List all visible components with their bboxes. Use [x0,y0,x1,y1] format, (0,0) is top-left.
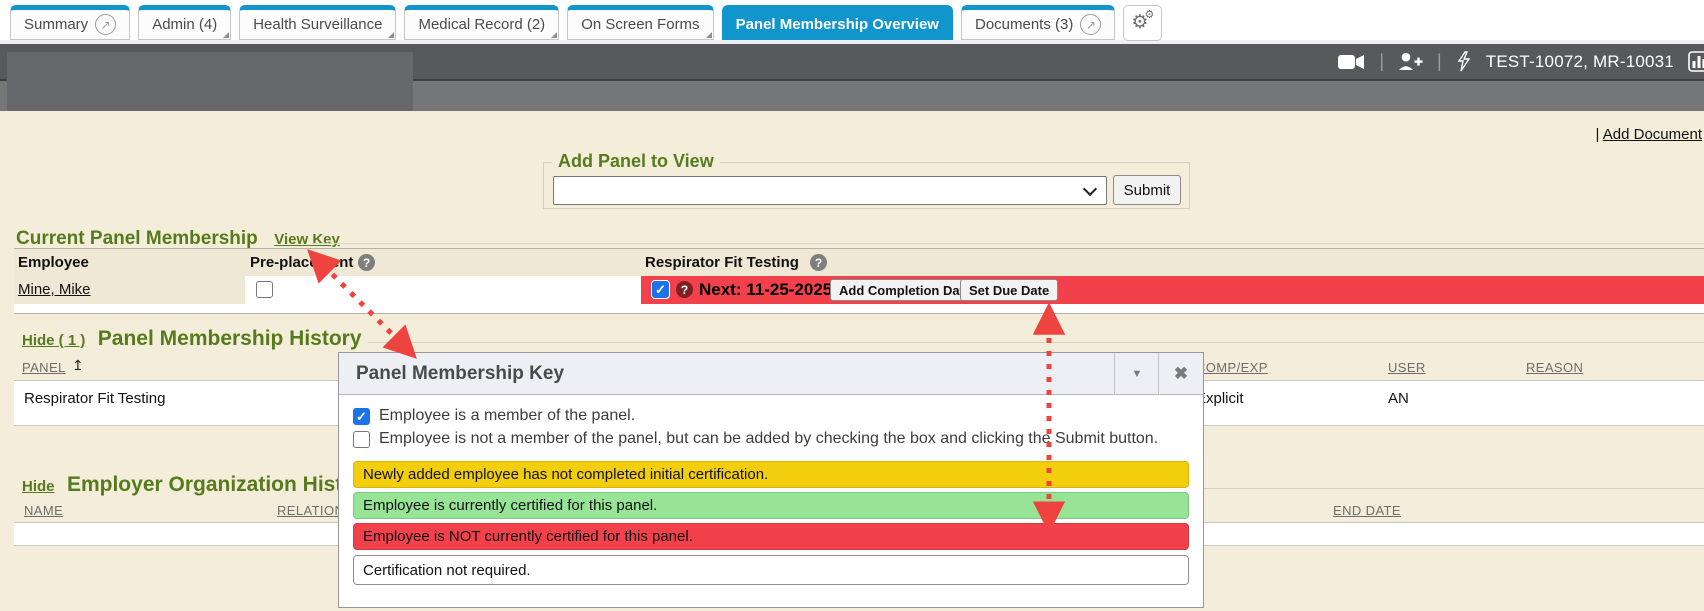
tab-documents[interactable]: Documents (3) ↗ [961,5,1115,40]
column-reason[interactable]: REASON [1526,360,1583,375]
app-window: Summary ↗ Admin (4) Health Surveillance … [0,0,1704,611]
tab-label: Documents (3) [975,16,1073,33]
history-heading: Panel Membership History [98,327,362,350]
next-due-label: Next: 11-25-2025 [699,280,832,300]
current-panel-heading-row: Current Panel Membership View Key [16,228,340,250]
membership-table-header: Employee Pre-placement ? Respirator Fit … [14,248,1704,278]
external-link-icon[interactable]: ↗ [95,14,116,35]
panel-select[interactable] [553,176,1107,205]
respirator-cell: ✓ ? Next: 11-25-2025 Add Completion Date… [641,276,1704,304]
tab-label: Panel Membership Overview [736,16,939,33]
member-label: Employee is a member of the panel. [379,407,635,425]
employer-heading-row: Hide Employer Organization History [22,473,375,497]
record-id: TEST-10072, MR-10031 [1486,52,1674,72]
header-divider: | [1437,51,1442,72]
tab-label: Summary [24,16,88,33]
membership-table-footer [14,304,1704,314]
chevron-down-icon [1083,182,1097,196]
dialog-titlebar: Panel Membership Key ▼ ✖ [339,353,1203,395]
tab-label: On Screen Forms [581,16,699,33]
history-panel-cell: Respirator Fit Testing [24,390,165,407]
tab-label: Medical Record (2) [418,16,545,33]
key-row-white: Certification not required. [353,555,1189,585]
employee-cell: Mine, Mike [14,276,246,304]
tab-on-screen-forms[interactable]: On Screen Forms [567,5,713,40]
column-comp-exp[interactable]: COMP/EXP [1196,360,1268,375]
lightning-bolt-icon[interactable] [1456,51,1472,72]
nonmember-checkbox[interactable] [353,431,370,448]
add-document-area: | Add Document [1596,126,1702,143]
tab-label: Admin (4) [152,16,217,33]
column-end-date[interactable]: END DATE [1333,503,1401,518]
tab-menu-fold-icon [388,32,394,38]
pre-placement-checkbox[interactable] [256,281,273,298]
close-icon: ✖ [1174,364,1188,384]
tab-label: Health Surveillance [253,16,382,33]
key-row-yellow: Newly added employee has not completed i… [353,461,1189,488]
column-respirator: Respirator Fit Testing [645,254,799,271]
pre-placement-cell [245,276,642,304]
close-button[interactable]: ✖ [1158,353,1203,394]
column-pre-placement: Pre-placement [250,254,353,271]
column-name[interactable]: NAME [24,503,63,518]
key-row-green: Employee is currently certified for this… [353,492,1189,519]
separator: | [1596,126,1600,143]
tab-bar: Summary ↗ Admin (4) Health Surveillance … [10,5,1162,40]
tab-admin[interactable]: Admin (4) [138,5,231,40]
column-user[interactable]: USER [1388,360,1426,375]
section-rule [312,243,1704,244]
history-user-cell: AN [1388,390,1409,407]
member-checkbox[interactable]: ✓ [353,408,370,425]
person-add-icon[interactable] [1398,52,1423,71]
hide-history-link[interactable]: Hide ( 1 ) [22,332,85,349]
hide-employer-link[interactable]: Hide [22,478,55,495]
header-menu-block [7,52,413,111]
add-document-link[interactable]: Add Document [1603,126,1702,143]
column-employee: Employee [18,254,89,271]
key-row-red: Employee is NOT currently certified for … [353,523,1189,550]
nonmember-label: Employee is not a member of the panel, b… [379,430,1158,448]
add-panel-fieldset: Add Panel to View Submit [543,162,1190,209]
sort-up-icon[interactable]: ↥ [72,357,84,374]
panel-membership-key-dialog: Panel Membership Key ▼ ✖ ✓ Employee is a… [338,352,1204,608]
column-panel[interactable]: PANEL [22,360,66,375]
tab-menu-fold-icon [706,32,712,38]
section-rule [368,342,1704,343]
set-due-date-button[interactable]: Set Due Date [960,279,1058,301]
key-member-row: ✓ Employee is a member of the panel. [353,407,635,425]
tab-panel-membership-overview[interactable]: Panel Membership Overview [722,5,953,40]
employer-heading: Employer Organization History [67,473,375,496]
employee-link[interactable]: Mine, Mike [18,281,91,298]
add-panel-legend: Add Panel to View [552,151,720,172]
tab-menu-fold-icon [551,32,557,38]
chevron-down-icon: ▼ [1132,368,1143,380]
settings-button[interactable]: ⚙ ⚙ [1123,5,1162,41]
bar-chart-icon[interactable] [1688,51,1704,72]
gear-icon: ⚙ [1144,10,1154,21]
key-nonmember-row: Employee is not a member of the panel, b… [353,430,1158,448]
history-heading-row: Hide ( 1 ) Panel Membership History [22,327,362,351]
external-link-icon[interactable]: ↗ [1080,14,1101,35]
help-icon[interactable]: ? [810,254,827,271]
submit-button[interactable]: Submit [1113,175,1181,205]
view-key-link[interactable]: View Key [274,231,340,248]
tab-medical-record[interactable]: Medical Record (2) [404,5,559,40]
current-panel-heading: Current Panel Membership [16,228,258,249]
tab-health-surveillance[interactable]: Health Surveillance [239,5,396,40]
video-camera-icon[interactable] [1338,54,1365,70]
collapse-button[interactable]: ▼ [1114,353,1159,394]
tab-menu-fold-icon [223,32,229,38]
membership-table-row: Mine, Mike ✓ ? Next: 11-25-2025 Add Comp… [14,276,1704,304]
tab-summary[interactable]: Summary ↗ [10,5,130,40]
dialog-title: Panel Membership Key [356,353,564,394]
help-icon[interactable]: ? [676,281,693,298]
header-divider: | [1379,51,1384,72]
add-completion-date-button[interactable]: Add Completion Date [830,279,980,301]
respirator-checkbox[interactable]: ✓ [652,281,669,298]
help-icon[interactable]: ? [358,254,375,271]
